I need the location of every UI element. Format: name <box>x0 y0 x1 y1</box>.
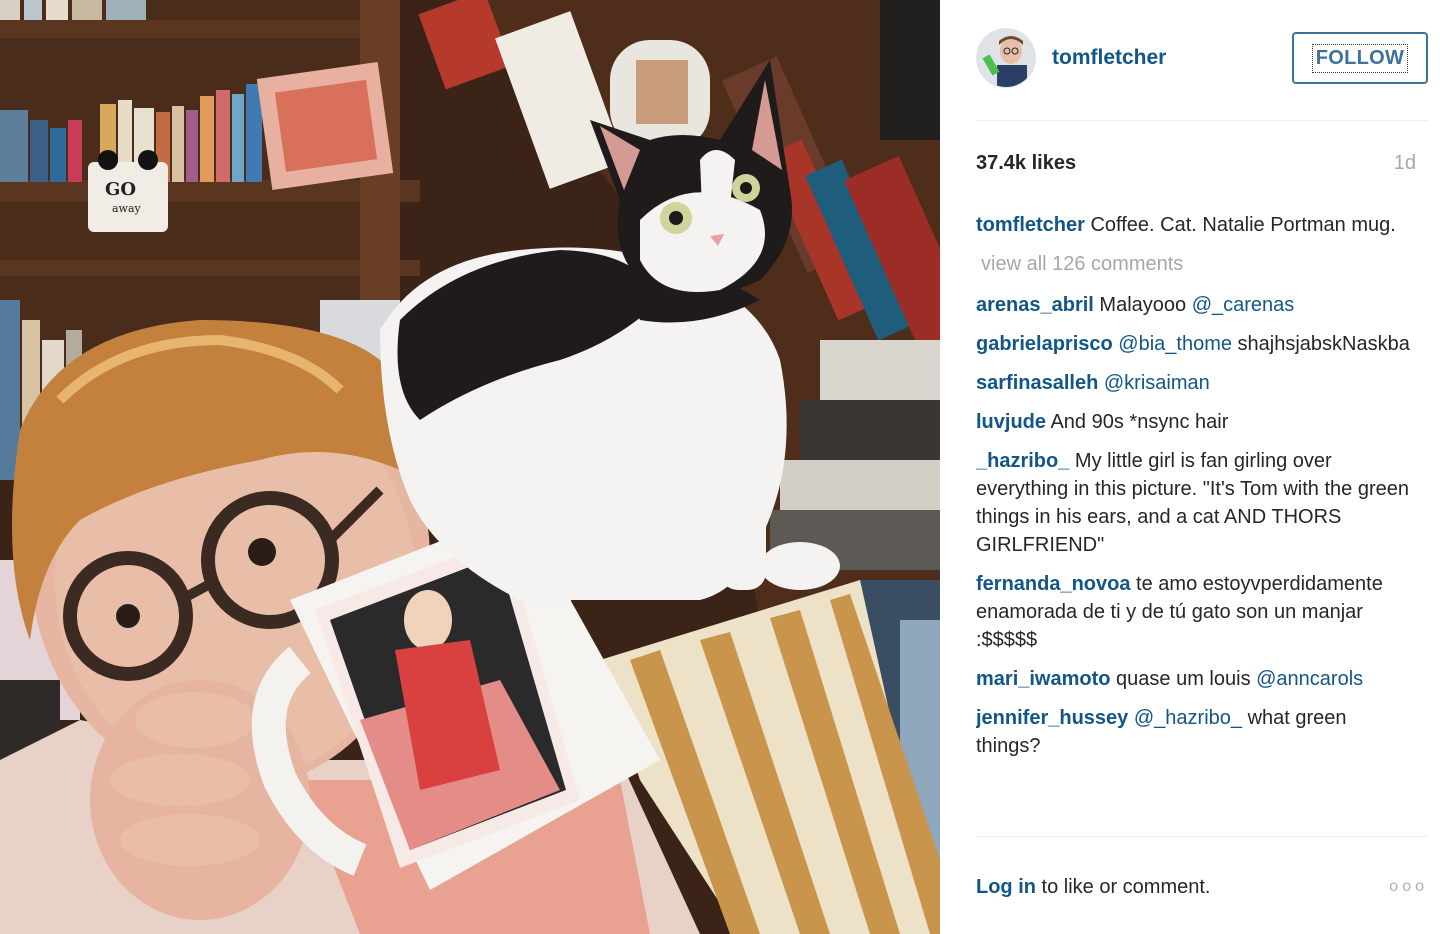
comment-mention[interactable]: @anncarols <box>1256 668 1363 690</box>
comment-text: Malayooo <box>1099 294 1192 316</box>
follow-button-label: FOLLOW <box>1311 43 1409 73</box>
header-divider <box>976 120 1428 121</box>
comment-item: jennifer_hussey @_hazribo_ what green th… <box>976 704 1416 760</box>
comment-username[interactable]: gabrielaprisco <box>976 333 1113 355</box>
post-footer: Log in to like or comment. ooo <box>976 872 1428 908</box>
comment-item: arenas_abril Malayooo @_carenas <box>976 291 1416 319</box>
comment-username[interactable]: jennifer_hussey <box>976 707 1128 729</box>
comment-mention[interactable]: @bia_thome <box>1118 333 1232 355</box>
comment-username[interactable]: sarfinasalleh <box>976 372 1098 394</box>
photo-illustration: GO away <box>0 0 940 934</box>
comment-text: And 90s *nsync hair <box>1050 411 1229 433</box>
comment-list[interactable]: tomfletcher Coffee. Cat. Natalie Portman… <box>976 211 1416 835</box>
likes-row: 37.4k likes 1d <box>976 152 1416 182</box>
post-info-panel: tomfletcher FOLLOW 37.4k likes 1d tomfle… <box>940 0 1440 934</box>
footer-divider <box>976 836 1428 837</box>
comment-mention[interactable]: @_carenas <box>1192 294 1295 316</box>
comment-item: mari_iwamoto quase um louis @anncarols <box>976 665 1416 693</box>
follow-button[interactable]: FOLLOW <box>1292 32 1428 84</box>
caption: tomfletcher Coffee. Cat. Natalie Portman… <box>976 211 1416 239</box>
login-prompt: Log in to like or comment. <box>976 876 1211 899</box>
post-header: tomfletcher FOLLOW <box>976 28 1432 90</box>
comment-item: sarfinasalleh @krisaiman <box>976 369 1416 397</box>
view-all-comments-link[interactable]: view all 126 comments <box>981 250 1416 278</box>
svg-text:GO: GO <box>105 179 136 200</box>
comment-username[interactable]: arenas_abril <box>976 294 1094 316</box>
comment-mention[interactable]: @krisaiman <box>1104 372 1210 394</box>
post-time[interactable]: 1d <box>1394 152 1416 175</box>
likes-count[interactable]: 37.4k likes <box>976 152 1076 175</box>
comment-item: luvjude And 90s *nsync hair <box>976 408 1416 436</box>
more-options-icon[interactable]: ooo <box>1389 878 1428 896</box>
caption-text: Coffee. Cat. Natalie Portman mug. <box>1090 214 1396 236</box>
comment-mention[interactable]: @_hazribo_ <box>1134 707 1242 729</box>
user-avatar[interactable] <box>976 28 1036 88</box>
comment-username[interactable]: _hazribo_ <box>976 450 1069 472</box>
comment-item: _hazribo_ My little girl is fan girling … <box>976 447 1416 559</box>
comment-text: shajhsjabskNaskba <box>1231 333 1410 355</box>
comment-item: gabrielaprisco @bia_thome shajhsjabskNas… <box>976 330 1416 358</box>
comment-username[interactable]: fernanda_novoa <box>976 573 1130 595</box>
svg-text:away: away <box>112 202 142 215</box>
caption-username[interactable]: tomfletcher <box>976 214 1085 236</box>
comment-item: fernanda_novoa te amo estoyvperdidamente… <box>976 570 1416 654</box>
login-link[interactable]: Log in <box>976 876 1036 898</box>
comment-username[interactable]: mari_iwamoto <box>976 668 1110 690</box>
comment-username[interactable]: luvjude <box>976 411 1046 433</box>
avatar-image <box>977 29 1035 87</box>
header-username[interactable]: tomfletcher <box>1052 46 1166 70</box>
post-photo[interactable]: GO away <box>0 0 940 934</box>
login-prompt-text: to like or comment. <box>1035 876 1211 898</box>
comment-text: quase um louis <box>1116 668 1257 690</box>
